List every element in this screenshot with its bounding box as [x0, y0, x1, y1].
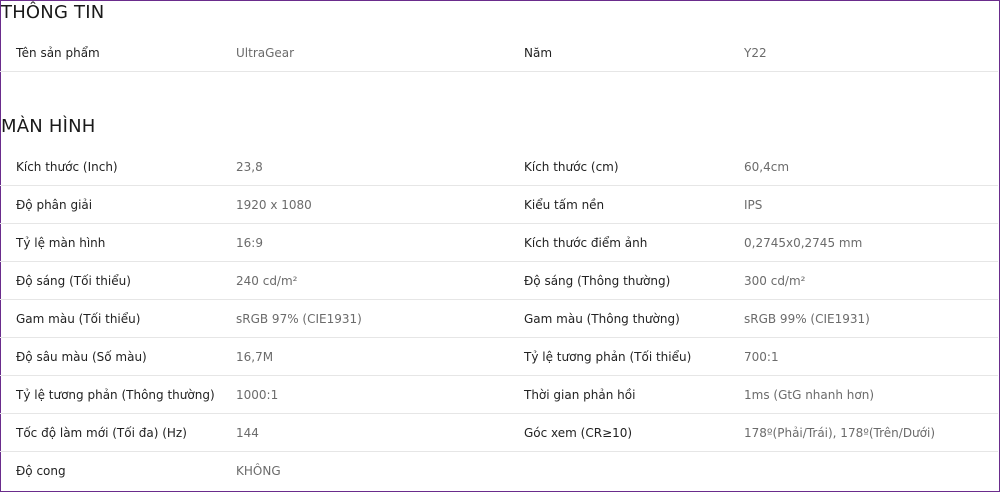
spec-label: Gam màu (Thông thường) — [524, 312, 680, 326]
spec-value: 1ms (GtG nhanh hơn) — [744, 388, 875, 402]
spec-label: Độ sáng (Tối thiểu) — [16, 274, 131, 288]
spec-value: 1920 x 1080 — [236, 198, 312, 212]
spec-label: Tỷ lệ tương phản (Thông thường) — [16, 388, 215, 402]
spec-row: Tên sản phẩm UltraGear Năm Y22 — [0, 34, 998, 72]
spec-row: Gam màu (Tối thiểu) sRGB 97% (CIE1931) G… — [0, 300, 998, 338]
spec-label: Gam màu (Tối thiểu) — [16, 312, 141, 326]
spec-label: Tỷ lệ màn hình — [16, 236, 106, 250]
spec-value: 23,8 — [236, 160, 263, 174]
spec-label: Tên sản phẩm — [16, 46, 100, 60]
spec-row: Độ sâu màu (Số màu) 16,7M Tỷ lệ tương ph… — [0, 338, 998, 376]
spec-label: Kích thước điểm ảnh — [524, 236, 648, 250]
spec-value: 16,7M — [236, 350, 274, 364]
section-title-info: THÔNG TIN — [1, 2, 105, 23]
spec-label: Năm — [524, 46, 553, 60]
spec-label: Độ sáng (Thông thường) — [524, 274, 671, 288]
spec-label: Tỷ lệ tương phản (Tối thiểu) — [524, 350, 692, 364]
spec-label: Kiểu tấm nền — [524, 198, 605, 212]
spec-label: Kích thước (Inch) — [16, 160, 118, 174]
spec-row: Độ phân giải 1920 x 1080 Kiểu tấm nền IP… — [0, 186, 998, 224]
spec-value: UltraGear — [236, 46, 295, 60]
spec-value: IPS — [744, 198, 763, 212]
spec-row: Tốc độ làm mới (Tối đa) (Hz) 144 Góc xem… — [0, 414, 998, 452]
spec-label: Góc xem (CR≥10) — [524, 426, 633, 440]
spec-value: Y22 — [744, 46, 767, 60]
spec-value: 1000:1 — [236, 388, 279, 402]
spec-row: Độ sáng (Tối thiểu) 240 cd/m² Độ sáng (T… — [0, 262, 998, 300]
spec-label: Độ sâu màu (Số màu) — [16, 350, 147, 364]
spec-label: Độ cong — [16, 464, 66, 478]
spec-row: Tỷ lệ màn hình 16:9 Kích thước điểm ảnh … — [0, 224, 998, 262]
spec-row: Độ cong KHÔNG — [0, 452, 998, 490]
spec-value: sRGB 97% (CIE1931) — [236, 312, 362, 326]
spec-label: Kích thước (cm) — [524, 160, 619, 174]
spec-value: 60,4cm — [744, 160, 790, 174]
spec-value: 0,2745x0,2745 mm — [744, 236, 863, 250]
spec-value: KHÔNG — [236, 464, 281, 478]
spec-value: 240 cd/m² — [236, 274, 298, 288]
spec-value: 144 — [236, 426, 259, 440]
spec-label: Độ phân giải — [16, 198, 93, 212]
spec-value: 178º(Phải/Trái), 178º(Trên/Dưới) — [744, 426, 936, 440]
spec-value: 700:1 — [744, 350, 779, 364]
spec-label: Tốc độ làm mới (Tối đa) (Hz) — [16, 426, 187, 440]
display-spec-table: Kích thước (Inch) 23,8 Kích thước (cm) 6… — [0, 148, 998, 490]
spec-value: 16:9 — [236, 236, 263, 250]
spec-value: 300 cd/m² — [744, 274, 806, 288]
spec-label: Thời gian phản hồi — [524, 388, 636, 402]
section-title-display: MÀN HÌNH — [1, 116, 96, 137]
spec-value: sRGB 99% (CIE1931) — [744, 312, 870, 326]
info-spec-table: Tên sản phẩm UltraGear Năm Y22 — [0, 34, 998, 72]
spec-row: Kích thước (Inch) 23,8 Kích thước (cm) 6… — [0, 148, 998, 186]
spec-row: Tỷ lệ tương phản (Thông thường) 1000:1 T… — [0, 376, 998, 414]
